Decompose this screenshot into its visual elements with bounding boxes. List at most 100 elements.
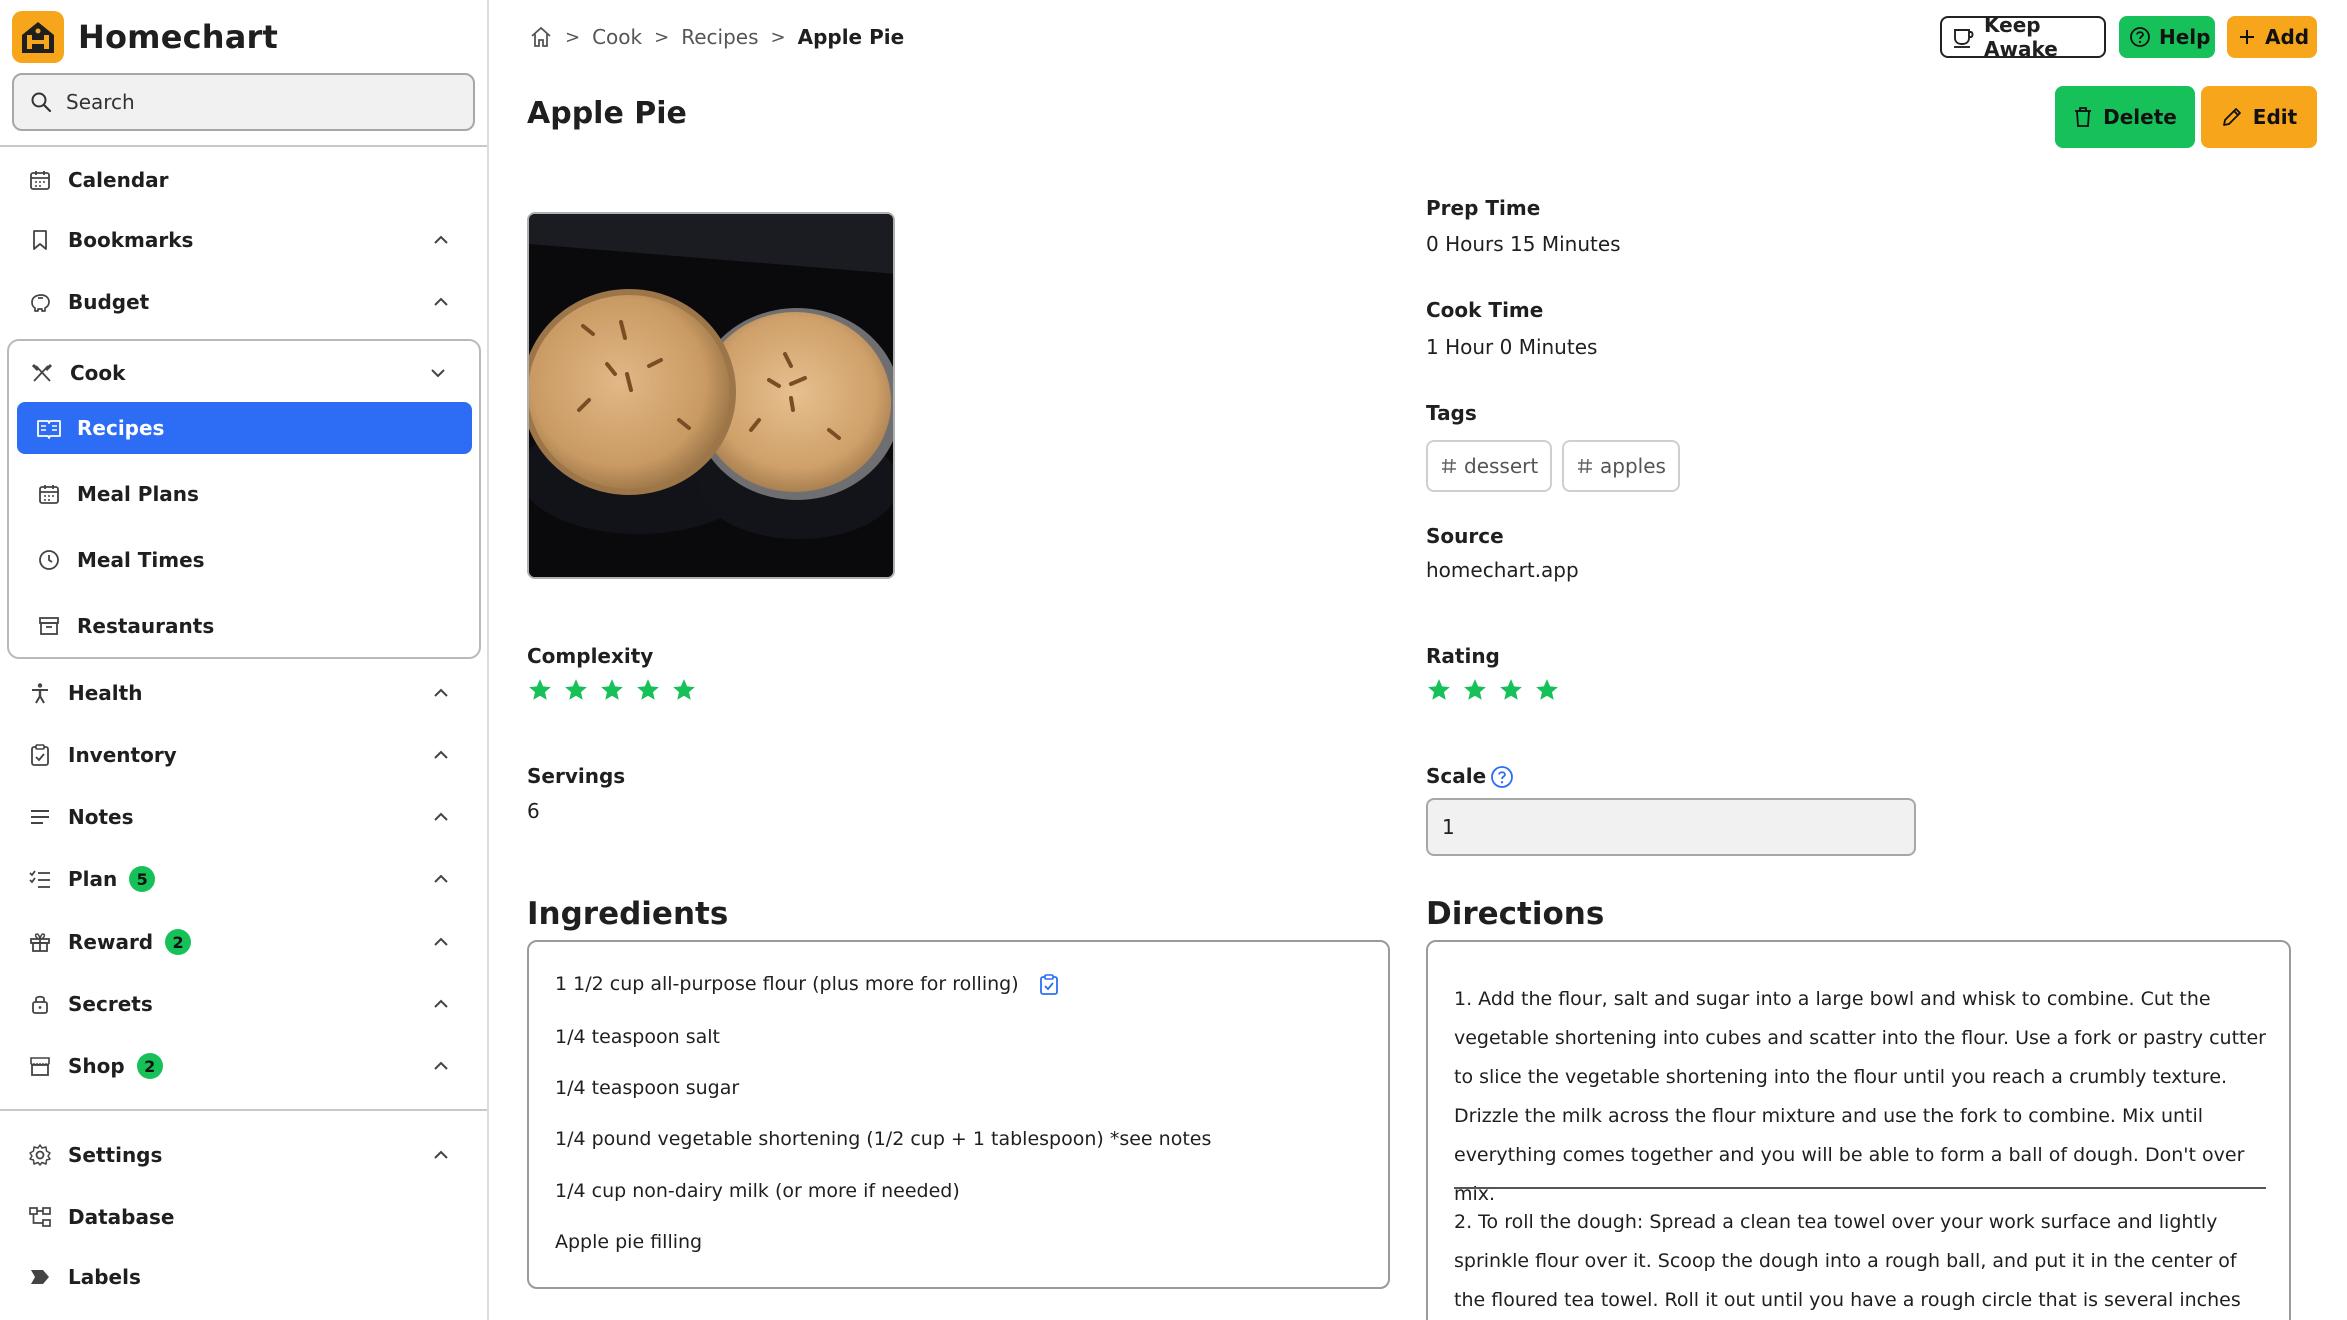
page-title: Apple Pie bbox=[527, 96, 687, 131]
question-circle-icon bbox=[2129, 26, 2151, 48]
utensils-icon bbox=[28, 359, 56, 387]
directions-heading: Directions bbox=[1426, 896, 1605, 932]
sidebar-item-settings[interactable]: Settings bbox=[0, 1129, 487, 1181]
tags-label: Tags bbox=[1426, 401, 1477, 425]
gift-icon bbox=[26, 928, 54, 956]
recipe-photo[interactable] bbox=[527, 212, 895, 579]
ingredients-heading: Ingredients bbox=[527, 896, 729, 932]
sidebar-item-inventory[interactable]: Inventory bbox=[0, 729, 487, 781]
prep-time-label: Prep Time bbox=[1426, 196, 1541, 220]
breadcrumb-separator: > bbox=[565, 26, 581, 48]
chevron-up-icon[interactable] bbox=[429, 743, 453, 767]
star-icon[interactable] bbox=[527, 677, 553, 703]
sidebar-item-meal-plans[interactable]: Meal Plans bbox=[17, 468, 472, 520]
chevron-up-icon[interactable] bbox=[429, 681, 453, 705]
sidebar: Homechart Calendar Bookmarks Budget bbox=[0, 0, 489, 1320]
ingredient-item: 1/4 teaspoon salt bbox=[555, 1026, 720, 1048]
hashtag-icon bbox=[1440, 457, 1458, 475]
delete-button[interactable]: Delete bbox=[2055, 86, 2195, 148]
sidebar-item-database[interactable]: Database bbox=[0, 1191, 487, 1243]
sidebar-item-labels[interactable]: Labels bbox=[0, 1251, 487, 1303]
add-label: Add bbox=[2265, 25, 2310, 49]
chevron-up-icon[interactable] bbox=[429, 290, 453, 314]
source-link[interactable]: homechart.app bbox=[1426, 558, 1579, 582]
delete-label: Delete bbox=[2103, 105, 2177, 129]
sidebar-item-label: Cook bbox=[70, 361, 126, 385]
calendar-icon bbox=[26, 166, 54, 194]
directions-list: 1. Add the flour, salt and sugar into a … bbox=[1426, 940, 2291, 1320]
sidebar-item-calendar[interactable]: Calendar bbox=[0, 154, 487, 206]
sidebar-item-label: Labels bbox=[68, 1265, 141, 1289]
ingredient-item: 1 1/2 cup all-purpose flour (plus more f… bbox=[555, 972, 1061, 996]
breadcrumb-link-recipes[interactable]: Recipes bbox=[681, 25, 758, 49]
sidebar-item-label: Recipes bbox=[77, 416, 165, 440]
chevron-up-icon[interactable] bbox=[429, 805, 453, 829]
ingredient-text: 1 1/2 cup all-purpose flour (plus more f… bbox=[555, 973, 1019, 995]
star-icon[interactable] bbox=[599, 677, 625, 703]
direction-step: 2. To roll the dough: Spread a clean tea… bbox=[1454, 1211, 2241, 1311]
tag-chip[interactable]: apples bbox=[1562, 440, 1680, 492]
edit-button[interactable]: Edit bbox=[2201, 86, 2317, 148]
breadcrumb-link-cook[interactable]: Cook bbox=[592, 25, 642, 49]
chevron-up-icon[interactable] bbox=[429, 867, 453, 891]
app-name: Homechart bbox=[78, 18, 279, 56]
direction-step: 1. Add the flour, salt and sugar into a … bbox=[1454, 988, 2266, 1205]
breadcrumb: > Cook > Recipes > Apple Pie bbox=[529, 20, 904, 54]
chevron-up-icon[interactable] bbox=[429, 228, 453, 252]
brand[interactable]: Homechart bbox=[12, 10, 278, 64]
help-label: Help bbox=[2159, 25, 2211, 49]
rating-label: Rating bbox=[1426, 644, 1500, 668]
checklist-icon bbox=[26, 865, 54, 893]
star-icon[interactable] bbox=[1462, 677, 1488, 703]
count-badge: 5 bbox=[129, 866, 156, 892]
gear-icon bbox=[26, 1141, 54, 1169]
complexity-stars[interactable] bbox=[527, 677, 697, 703]
storefront-icon bbox=[35, 612, 63, 640]
keep-awake-button[interactable]: Keep Awake bbox=[1940, 13, 2106, 61]
question-circle-icon[interactable] bbox=[1490, 765, 1514, 789]
sidebar-item-budget[interactable]: Budget bbox=[0, 276, 487, 328]
tag-chip[interactable]: dessert bbox=[1426, 440, 1553, 492]
ingredient-text: 1/4 cup non-dairy milk (or more if neede… bbox=[555, 1180, 960, 1202]
search-input[interactable] bbox=[66, 90, 446, 114]
chevron-up-icon[interactable] bbox=[429, 1143, 453, 1167]
sidebar-item-shop[interactable]: Shop 2 bbox=[0, 1040, 487, 1092]
sidebar-item-health[interactable]: Health bbox=[0, 667, 487, 719]
keep-awake-label: Keep Awake bbox=[1984, 13, 2058, 61]
sidebar-item-plan[interactable]: Plan 5 bbox=[0, 853, 487, 905]
star-icon[interactable] bbox=[1498, 677, 1524, 703]
star-icon[interactable] bbox=[563, 677, 589, 703]
star-icon[interactable] bbox=[1534, 677, 1560, 703]
count-badge: 2 bbox=[136, 1053, 163, 1079]
chevron-down-icon[interactable] bbox=[426, 361, 450, 385]
ingredient-text: 1/4 teaspoon sugar bbox=[555, 1077, 740, 1099]
sidebar-item-reward[interactable]: Reward 2 bbox=[0, 916, 487, 968]
ingredients-list: 1 1/2 cup all-purpose flour (plus more f… bbox=[527, 940, 1390, 1289]
scale-input[interactable] bbox=[1426, 798, 1916, 856]
home-icon[interactable] bbox=[529, 25, 553, 49]
lines-icon bbox=[26, 803, 54, 831]
sidebar-item-notes[interactable]: Notes bbox=[0, 791, 487, 843]
tag-label: dessert bbox=[1464, 454, 1539, 478]
star-icon[interactable] bbox=[671, 677, 697, 703]
add-button[interactable]: Add bbox=[2227, 16, 2317, 58]
search-field[interactable] bbox=[12, 73, 475, 131]
breadcrumb-current: Apple Pie bbox=[797, 25, 905, 49]
sidebar-item-cook[interactable]: Cook bbox=[2, 347, 476, 399]
star-icon[interactable] bbox=[1426, 677, 1452, 703]
chevron-up-icon[interactable] bbox=[429, 992, 453, 1016]
add-to-shopping-list-icon[interactable] bbox=[1037, 972, 1061, 996]
chevron-up-icon[interactable] bbox=[429, 1054, 453, 1078]
homechart-logo-icon bbox=[12, 11, 64, 63]
sidebar-item-label: Health bbox=[68, 681, 143, 705]
sidebar-item-secrets[interactable]: Secrets bbox=[0, 978, 487, 1030]
chevron-up-icon[interactable] bbox=[429, 930, 453, 954]
sidebar-item-restaurants[interactable]: Restaurants bbox=[17, 600, 472, 652]
sidebar-item-bookmarks[interactable]: Bookmarks bbox=[0, 214, 487, 266]
sidebar-item-meal-times[interactable]: Meal Times bbox=[17, 534, 472, 586]
sidebar-item-recipes[interactable]: Recipes bbox=[17, 402, 472, 454]
help-button[interactable]: Help bbox=[2119, 16, 2215, 58]
complexity-label: Complexity bbox=[527, 644, 654, 668]
star-icon[interactable] bbox=[635, 677, 661, 703]
rating-stars[interactable] bbox=[1426, 677, 1560, 703]
